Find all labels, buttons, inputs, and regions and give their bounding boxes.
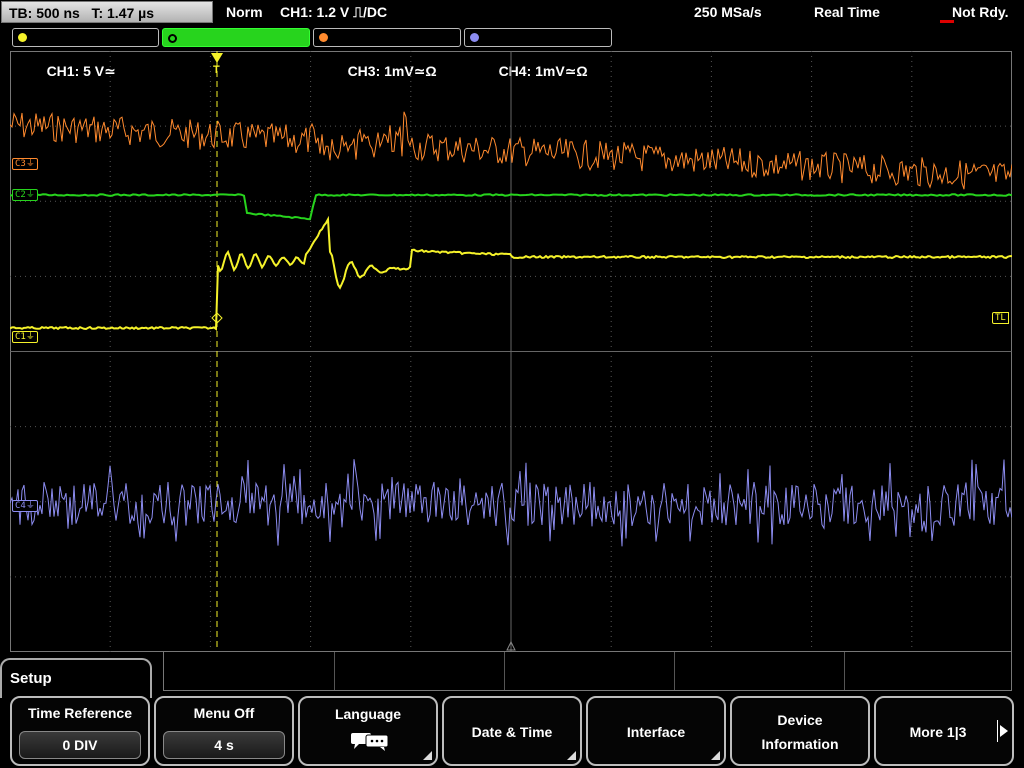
more-button[interactable]: More 1|3 [874, 696, 1014, 766]
trigger-level-marker[interactable]: TL [992, 312, 1009, 324]
divider [997, 720, 998, 742]
menu-title: Setup [10, 670, 52, 687]
softkey-label: Date & Time [471, 724, 553, 740]
softkey-label: Menu Off [193, 705, 255, 721]
zoom-overview-grid [163, 651, 1012, 691]
language-button[interactable]: Language [298, 696, 438, 766]
device-information-button[interactable]: Device Information [730, 696, 870, 766]
status-bar: TB: 500 ns T: 1.47 µs Norm CH1: 1.2 V ⎍/… [0, 0, 1024, 25]
time-reference-button[interactable]: Time Reference 0 DIV [10, 696, 150, 766]
tab-ch4[interactable]: CH4: 1mV≃Ω [464, 28, 612, 79]
softkey-label-line2: Information [761, 736, 839, 752]
submenu-indicator-icon [567, 751, 576, 760]
overview-divider [844, 652, 845, 690]
menu-off-value: 4 s [163, 731, 285, 759]
tab-ch3[interactable]: CH3: 1mV≃Ω [313, 28, 461, 79]
acquisition-mode: Real Time [814, 4, 880, 20]
ch1-ground-marker[interactable]: C1⏚ [12, 331, 38, 343]
trigger-position-label: T [213, 64, 220, 76]
next-page-arrow-icon [1000, 725, 1008, 737]
submenu-indicator-icon [423, 751, 432, 760]
trigger-position-icon [211, 53, 223, 63]
menu-title-tab: Setup [0, 658, 152, 698]
overview-divider [504, 652, 505, 690]
acquisition-status: Not Rdy. [952, 4, 1009, 20]
date-time-button[interactable]: Date & Time [442, 696, 582, 766]
ch3-ground-marker[interactable]: C3⏚ [12, 158, 38, 170]
overview-divider [674, 652, 675, 690]
menu-off-button[interactable]: Menu Off 4 s [154, 696, 294, 766]
submenu-indicator-icon [711, 751, 720, 760]
trigger-info[interactable]: CH1: 1.2 V ⎍/DC [280, 2, 387, 22]
softkey-label: More 1|3 [909, 724, 967, 740]
softkey-label: Interface [626, 724, 686, 740]
ch4-ground-marker[interactable]: C4⏚ [12, 500, 38, 512]
sample-rate: 250 MSa/s [694, 4, 762, 20]
status-indicator [940, 20, 954, 23]
tab-ch2[interactable]: CH2: 20 mV≃Ω [162, 28, 310, 79]
timebase-readout[interactable]: TB: 500 ns T: 1.47 µs [1, 1, 213, 23]
channel-tabs: CH1: 5 V≃ CH2: 20 mV≃Ω CH3: 1mV≃Ω CH4: 1… [0, 26, 1024, 79]
trigger-mode[interactable]: Norm [226, 2, 263, 22]
overview-divider [334, 652, 335, 690]
ch3-color-icon [319, 33, 328, 42]
speech-bubbles-icon [351, 733, 389, 751]
ch1-color-icon [18, 33, 27, 42]
softkey-label-line1: Device [777, 712, 823, 728]
ch2-color-icon [168, 34, 177, 43]
interface-button[interactable]: Interface [586, 696, 726, 766]
waveform-display: T [10, 51, 1012, 652]
tab-ch1[interactable]: CH1: 5 V≃ [12, 28, 159, 79]
softkey-label: Language [334, 706, 402, 722]
softkey-label: Time Reference [27, 705, 132, 721]
time-reference-value: 0 DIV [19, 731, 141, 759]
ch4-color-icon [470, 33, 479, 42]
ch2-ground-marker[interactable]: C2⏚ [12, 189, 38, 201]
